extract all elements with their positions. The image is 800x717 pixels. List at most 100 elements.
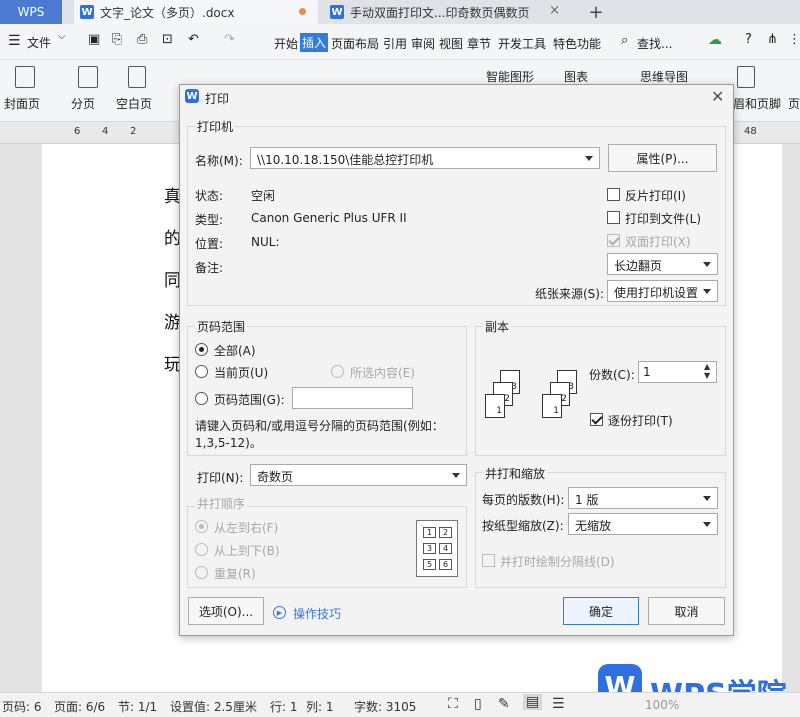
ribbon-smart-art[interactable]: 智能图形 bbox=[486, 68, 534, 85]
copies-spinner-icon[interactable]: ▲ ▼ bbox=[704, 362, 710, 380]
status-page-number[interactable]: 页码: 6 bbox=[2, 698, 42, 715]
save-icon[interactable]: ▣ bbox=[88, 32, 100, 47]
order-ltr-radio[interactable] bbox=[195, 520, 208, 533]
printer-comment-label: 备注: bbox=[195, 261, 224, 275]
order-ttb-radio[interactable] bbox=[195, 543, 208, 556]
menu-review[interactable]: 审阅 bbox=[411, 35, 435, 52]
menu-features[interactable]: 特色功能 bbox=[553, 35, 601, 52]
share-icon[interactable]: ⋔ bbox=[767, 32, 778, 47]
range-selection-radio[interactable] bbox=[331, 365, 344, 378]
print-subset-select[interactable]: 奇数页 bbox=[250, 464, 467, 486]
tab-document-2-label: 手动双面打印文...印奇数页偶数页 bbox=[350, 5, 530, 20]
status-setting[interactable]: 设置值: 2.5厘米 bbox=[170, 698, 257, 715]
tips-link[interactable]: 操作技巧 bbox=[293, 605, 341, 622]
pages-per-sheet-select[interactable]: 1 版 bbox=[568, 487, 718, 509]
status-section[interactable]: 节: 1/1 bbox=[118, 698, 157, 715]
printer-type-label: 类型: bbox=[195, 213, 224, 227]
menu-developer[interactable]: 开发工具 bbox=[498, 35, 546, 52]
print-to-file-label[interactable]: 打印到文件(L) bbox=[625, 210, 701, 227]
print-icon[interactable]: ⎙ bbox=[137, 32, 147, 47]
export-icon[interactable]: ⎘ bbox=[112, 32, 122, 47]
printer-name-value: \\10.10.18.150\佳能总控打印机 bbox=[257, 153, 434, 167]
outline-view-icon[interactable]: ☰ bbox=[552, 696, 565, 712]
cloud-sync-icon[interactable]: ☁ bbox=[708, 32, 722, 48]
collate-label[interactable]: 逐份打印(T) bbox=[608, 412, 673, 429]
scale-to-paper-select[interactable]: 无缩放 bbox=[568, 513, 718, 535]
printer-properties-button[interactable]: 属性(P)... bbox=[608, 144, 717, 172]
hamburger-icon[interactable]: ☰ bbox=[8, 33, 21, 49]
new-tab-button[interactable]: + bbox=[586, 0, 606, 24]
tab-document-1-label: 文字_论文（多页）.docx bbox=[100, 5, 235, 20]
tab-wps-home[interactable]: WPS bbox=[0, 0, 62, 24]
range-all-label[interactable]: 全部(A) bbox=[214, 342, 256, 359]
printer-name-select[interactable]: \\10.10.18.150\佳能总控打印机 bbox=[250, 147, 600, 169]
ribbon-page-number[interactable]: 页 bbox=[788, 95, 800, 112]
flip-mode-select[interactable]: 长边翻页 bbox=[607, 253, 718, 275]
range-pages-label[interactable]: 页码范围(G): bbox=[214, 391, 285, 408]
menu-layout[interactable]: 页面布局 bbox=[331, 35, 379, 52]
dialog-close-icon[interactable]: ✕ bbox=[711, 87, 724, 106]
menu-references[interactable]: 引用 bbox=[383, 35, 407, 52]
duplex-checkbox[interactable] bbox=[607, 234, 620, 247]
range-pages-input[interactable] bbox=[292, 387, 413, 409]
range-all-radio[interactable] bbox=[195, 343, 208, 356]
reverse-print-checkbox[interactable] bbox=[607, 188, 620, 201]
scale-to-paper-value: 无缩放 bbox=[575, 519, 612, 533]
ribbon-blank-page[interactable]: 空白页 bbox=[116, 95, 152, 112]
status-page-count[interactable]: 页面: 6/6 bbox=[54, 698, 105, 715]
ribbon-header-footer[interactable]: 眉和页脚 bbox=[733, 95, 781, 112]
tab-document-2[interactable]: W 手动双面打印文...印奇数页偶数页 × bbox=[324, 0, 570, 24]
close-tab-icon[interactable]: × bbox=[549, 3, 560, 18]
menu-view[interactable]: 视图 bbox=[439, 35, 463, 52]
tab-document-1[interactable]: W 文字_论文（多页）.docx bbox=[74, 0, 318, 24]
status-col[interactable]: 列: 1 bbox=[306, 698, 334, 715]
range-pages-radio[interactable] bbox=[195, 392, 208, 405]
print-to-file-checkbox[interactable] bbox=[607, 211, 620, 224]
cancel-button[interactable]: 取消 bbox=[648, 597, 725, 625]
status-word-count[interactable]: 字数: 3105 bbox=[354, 698, 416, 715]
ruler-tick: 6 bbox=[74, 126, 81, 137]
ribbon-chart[interactable]: 图表 bbox=[564, 68, 588, 85]
chevron-down-icon bbox=[703, 496, 711, 501]
range-current-radio[interactable] bbox=[195, 365, 208, 378]
blank-page-icon bbox=[128, 66, 146, 88]
separator-lines-checkbox[interactable] bbox=[482, 554, 495, 567]
paper-source-select[interactable]: 使用打印机设置 bbox=[607, 280, 718, 302]
status-row[interactable]: 行: 1 bbox=[270, 698, 298, 715]
preview-icon[interactable]: ⊡ bbox=[162, 32, 173, 47]
copies-count-value: 1 bbox=[643, 365, 651, 379]
cover-page-icon bbox=[15, 66, 35, 88]
ribbon-mindmap[interactable]: 思维导图 bbox=[640, 68, 688, 85]
undo-icon[interactable]: ↶ bbox=[188, 32, 199, 47]
order-repeat-radio[interactable] bbox=[195, 566, 208, 579]
page-range-group-title: 页码范围 bbox=[195, 318, 248, 335]
menu-chapter[interactable]: 章节 bbox=[467, 35, 491, 52]
fullscreen-icon[interactable]: ⛶ bbox=[448, 696, 458, 712]
copies-count-label: 份数(C): bbox=[589, 368, 635, 382]
range-current-label[interactable]: 当前页(U) bbox=[214, 364, 268, 381]
edit-icon[interactable]: ✎ bbox=[498, 696, 510, 712]
chevron-down-icon[interactable]: ⌵ bbox=[58, 31, 66, 42]
copies-group-title: 副本 bbox=[483, 318, 512, 335]
status-zoom[interactable]: 100% bbox=[645, 698, 679, 712]
print-order-group-title: 并打顺序 bbox=[195, 495, 248, 512]
menu-search[interactable]: 查找... bbox=[637, 35, 672, 52]
printer-type-value: Canon Generic Plus UFR II bbox=[251, 211, 407, 225]
more-icon[interactable]: ⋮ bbox=[788, 32, 800, 47]
read-mode-icon[interactable]: ▯ bbox=[474, 696, 482, 712]
printer-status-label: 状态: bbox=[195, 189, 224, 203]
ribbon-cover-page[interactable]: 封面页 bbox=[4, 95, 40, 112]
redo-icon[interactable]: ↷ bbox=[224, 32, 235, 47]
menu-home[interactable]: 开始 bbox=[274, 35, 298, 52]
menu-insert[interactable]: 插入 bbox=[300, 33, 329, 52]
menu-file[interactable]: 文件 bbox=[27, 34, 51, 51]
printer-name-label: 名称(M): bbox=[195, 154, 243, 168]
range-selection-label: 所选内容(E) bbox=[350, 366, 415, 380]
page-view-icon[interactable]: ▤ bbox=[523, 694, 543, 710]
ok-button[interactable]: 确定 bbox=[563, 597, 639, 625]
ribbon-page-break[interactable]: 分页 bbox=[71, 95, 95, 112]
options-button[interactable]: 选项(O)... bbox=[188, 597, 264, 625]
reverse-print-label[interactable]: 反片打印(I) bbox=[625, 187, 686, 204]
collate-checkbox[interactable] bbox=[590, 413, 603, 426]
help-icon[interactable]: ? bbox=[745, 32, 752, 47]
